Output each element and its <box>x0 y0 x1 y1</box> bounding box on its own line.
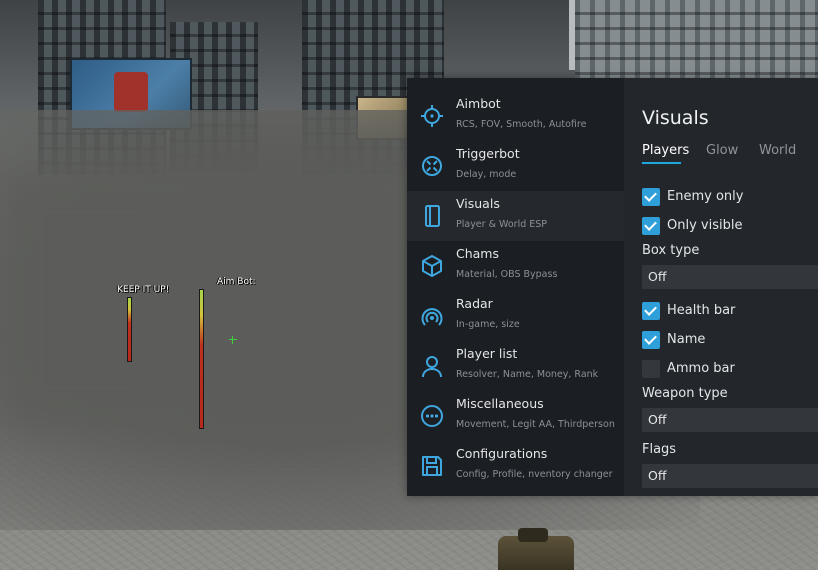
sidebar-item-subtitle: Player & World ESP <box>456 219 548 230</box>
checkbox-box[interactable] <box>642 302 660 320</box>
page-title: Visuals <box>642 107 709 129</box>
sidebar-item-chams[interactable]: Chams Material, OBS Bypass <box>407 241 624 291</box>
sidebar-item-title: Aimbot <box>456 96 501 111</box>
sidebar-item-radar[interactable]: Radar In-game, size <box>407 291 624 341</box>
health-bar-right <box>199 289 204 429</box>
checkbox-label: Enemy only <box>667 189 744 204</box>
select-value: Off <box>648 412 667 427</box>
weapon-type-select[interactable]: Off <box>642 408 818 432</box>
flags-select[interactable]: Off <box>642 464 818 488</box>
box-outline-icon <box>425 205 440 227</box>
sidebar-item-visuals[interactable]: Visuals Player & World ESP <box>407 191 624 241</box>
sidebar-item-title: Radar <box>456 296 493 311</box>
checkbox-label: Name <box>667 332 706 347</box>
sidebar-item-subtitle: Material, OBS Bypass <box>456 269 558 280</box>
building <box>575 0 818 85</box>
hud-label-left: KEEP IT UP! <box>117 285 170 295</box>
sidebar-item-subtitle: Movement, Legit AA, Thirdperson <box>456 419 615 430</box>
sidebar-item-title: Triggerbot <box>456 146 520 161</box>
tab-world[interactable]: World <box>759 143 796 158</box>
sidebar-item-configurations[interactable]: Configurations Config, Profile, nventory… <box>407 441 624 491</box>
sidebar-item-triggerbot[interactable]: Triggerbot Delay, mode <box>407 141 624 191</box>
checkbox-label: Only visible <box>667 218 743 233</box>
more-icon <box>421 405 443 427</box>
sidebar-item-title: Miscellaneous <box>456 396 544 411</box>
cube-icon <box>422 255 442 277</box>
person-icon <box>422 356 442 378</box>
sidebar-item-title: Configurations <box>456 446 548 461</box>
checkbox-box[interactable] <box>642 360 660 378</box>
checkbox-label: Health bar <box>667 303 736 318</box>
sidebar-item-subtitle: In-game, size <box>456 319 520 330</box>
antenna <box>569 0 575 70</box>
crosshair-icon <box>421 105 443 127</box>
target-icon <box>422 156 442 176</box>
sidebar-item-miscellaneous[interactable]: Miscellaneous Movement, Legit AA, Thirdp… <box>407 391 624 441</box>
hud-label-right: Aim Bot: <box>217 277 256 287</box>
sidebar-item-subtitle: RCS, FOV, Smooth, Autofire <box>456 119 587 130</box>
sidebar-item-subtitle: Resolver, Name, Money, Rank <box>456 369 599 380</box>
cheat-menu: Aimbot RCS, FOV, Smooth, Autofire Trigge… <box>407 78 818 496</box>
radar-icon <box>421 308 443 326</box>
sidebar-item-player-list[interactable]: Player list Resolver, Name, Money, Rank <box>407 341 624 391</box>
select-value: Off <box>648 468 667 483</box>
weapon-type-label: Weapon type <box>642 386 728 401</box>
tab-glow[interactable]: Glow <box>706 143 738 158</box>
checkbox-box[interactable] <box>642 331 660 349</box>
checkbox-box[interactable] <box>642 188 660 206</box>
sidebar-item-aimbot[interactable]: Aimbot RCS, FOV, Smooth, Autofire <box>407 91 624 141</box>
box-type-label: Box type <box>642 243 700 258</box>
save-icon <box>422 456 442 476</box>
health-bar-left <box>127 297 132 362</box>
checkbox-label: Ammo bar <box>667 361 735 376</box>
box-type-select[interactable]: Off <box>642 265 818 289</box>
select-value: Off <box>648 269 667 284</box>
sidebar-item-title: Visuals <box>456 196 500 211</box>
sidebar-item-title: Player list <box>456 346 518 361</box>
sidebar-item-subtitle: Delay, mode <box>456 169 517 180</box>
tab-players[interactable]: Players <box>642 143 689 158</box>
sidebar-item-subtitle: Config, Profile, nventory changer <box>456 469 613 480</box>
checkbox-box[interactable] <box>642 217 660 235</box>
sidebar: Aimbot RCS, FOV, Smooth, Autofire Trigge… <box>407 78 624 496</box>
player-weapon <box>498 528 574 570</box>
crosshair-icon <box>229 336 237 344</box>
sidebar-item-title: Chams <box>456 246 499 261</box>
flags-label: Flags <box>642 442 677 457</box>
active-tab-indicator <box>642 162 681 164</box>
visuals-panel: Visuals Players Glow World Enemy only On… <box>624 78 818 496</box>
